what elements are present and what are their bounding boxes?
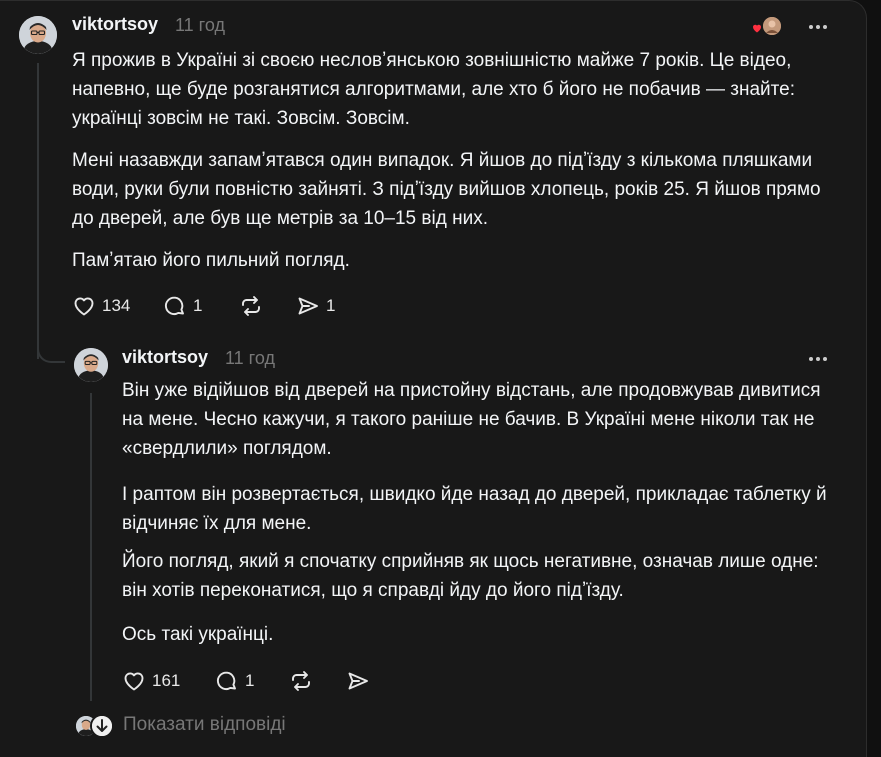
heart-icon — [124, 672, 144, 691]
repost-icon — [242, 296, 260, 316]
comment-icon — [165, 296, 184, 315]
arrow-down-icon — [92, 716, 112, 736]
reply-like-button[interactable]: 161 — [122, 669, 180, 693]
show-replies-link[interactable]: Показати відповіді — [123, 714, 286, 736]
author-avatar[interactable] — [19, 16, 57, 54]
comment-icon — [217, 671, 236, 690]
reply-username[interactable]: viktortsoy — [122, 347, 208, 368]
reply-paragraph: Його погляд, який я спочатку сприйняв як… — [122, 551, 819, 601]
reply-paragraph: І раптом він розвертається, швидко йде н… — [122, 484, 827, 534]
reply-repost-button[interactable] — [289, 669, 313, 693]
post-more-icon[interactable] — [806, 15, 830, 39]
reply-count: 1 — [193, 296, 203, 315]
reply-button[interactable]: 1 — [163, 294, 202, 318]
reply-like-count: 161 — [152, 671, 181, 690]
post-timestamp[interactable]: 11 год — [175, 15, 225, 36]
reply-share-button[interactable] — [346, 669, 370, 693]
thread-card: viktortsoy 11 год Я прожив в Україні зі … — [0, 0, 867, 757]
thread-line — [37, 63, 39, 359]
post-paragraph: Мені назавжди запамʼятався один випадок.… — [72, 150, 821, 229]
reply-timestamp[interactable]: 11 год — [225, 348, 275, 369]
reaction-avatar[interactable] — [761, 15, 783, 37]
reply-paragraph: Ось такі українці. — [122, 624, 274, 645]
post-paragraph: Я прожив в Україні зі своєю несловʼянськ… — [72, 50, 796, 129]
share-count: 1 — [326, 296, 336, 315]
share-icon — [298, 297, 318, 315]
reply-reply-button[interactable]: 1 — [215, 669, 254, 693]
replier-avatar[interactable] — [90, 714, 114, 738]
post-username[interactable]: viktortsoy — [72, 14, 158, 35]
reply-more-icon[interactable] — [806, 347, 830, 371]
reply-reply-count: 1 — [245, 671, 255, 690]
thread-line-curve — [37, 341, 65, 363]
reply-thread-line — [90, 393, 92, 701]
heart-icon — [74, 297, 94, 316]
reply-paragraph: Він уже відійшов від дверей на пристойну… — [122, 380, 821, 459]
like-count: 134 — [102, 296, 131, 315]
like-button[interactable]: 134 — [72, 294, 130, 318]
post-paragraph: Памʼятаю його пильний погляд. — [72, 250, 350, 271]
share-button[interactable]: 1 — [296, 294, 335, 318]
share-icon — [348, 672, 368, 690]
repost-button[interactable] — [239, 294, 263, 318]
reply-author-avatar[interactable] — [74, 348, 108, 382]
repost-icon — [292, 671, 310, 691]
